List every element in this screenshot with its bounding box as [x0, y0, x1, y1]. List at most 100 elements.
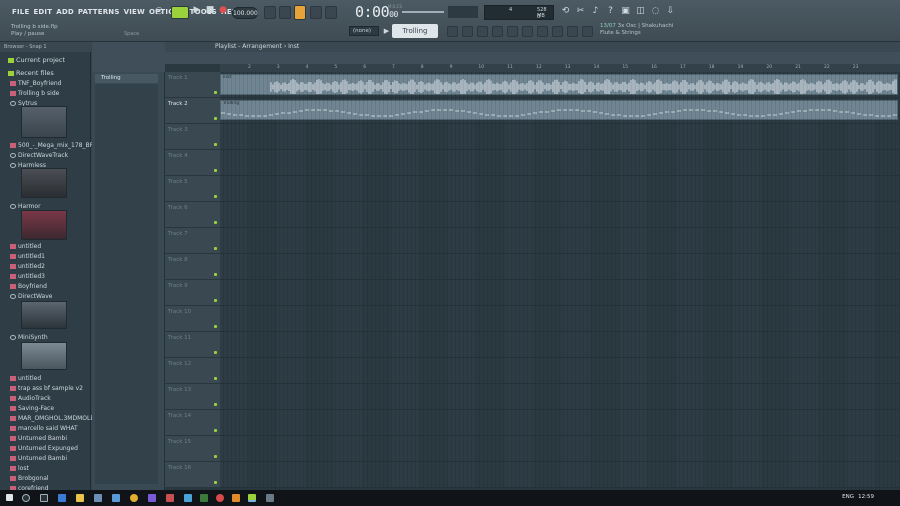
track-header[interactable]: Track 15: [165, 436, 220, 462]
browser-item[interactable]: Saving-Face: [10, 405, 54, 412]
pattern-selector[interactable]: (none): [349, 26, 379, 36]
download-icon[interactable]: ▣: [620, 7, 631, 16]
browser-item[interactable]: untitled1: [10, 253, 45, 260]
help-icon[interactable]: ?: [605, 7, 616, 16]
menu-patterns[interactable]: PATTERNS: [78, 8, 120, 16]
browser-item[interactable]: trap ass bf sample v2: [10, 385, 83, 392]
browser-item[interactable]: Trolling b side: [10, 90, 59, 97]
menu-add[interactable]: ADD: [56, 8, 74, 16]
app-icon[interactable]: [200, 494, 208, 502]
app-icon[interactable]: [166, 494, 174, 502]
stop-button[interactable]: ■: [205, 6, 215, 15]
track-mute-led[interactable]: [214, 273, 217, 276]
track-mute-led[interactable]: [214, 247, 217, 250]
track-lane[interactable]: [220, 202, 900, 228]
track-lane[interactable]: [220, 332, 900, 358]
playlist-icon[interactable]: [447, 26, 458, 37]
app-icon[interactable]: [232, 494, 240, 502]
track-header[interactable]: Track 9: [165, 280, 220, 306]
master-pitch-knob[interactable]: [448, 6, 478, 18]
mixer-icon[interactable]: [492, 26, 503, 37]
track-mute-led[interactable]: [214, 299, 217, 302]
track-header[interactable]: Track 14: [165, 410, 220, 436]
track-header[interactable]: Track 7: [165, 228, 220, 254]
metronome-icon[interactable]: ◎: [153, 7, 165, 16]
track-mute-led[interactable]: [214, 455, 217, 458]
piano-roll-icon[interactable]: [462, 26, 473, 37]
browser-item[interactable]: Unturned Expunged: [10, 445, 78, 452]
snap-icon[interactable]: [264, 6, 276, 19]
pattern-clip[interactable]: Trolling: [220, 100, 898, 120]
browser-item[interactable]: untitled: [10, 375, 41, 382]
track-lane[interactable]: [220, 410, 900, 436]
track-lane[interactable]: [220, 306, 900, 332]
record-button[interactable]: ●: [218, 6, 228, 15]
track-header[interactable]: Track 11: [165, 332, 220, 358]
track-header[interactable]: Track 4: [165, 150, 220, 176]
menu-file[interactable]: FILE: [12, 8, 29, 16]
track-header[interactable]: Track 2: [165, 98, 220, 124]
save-icon[interactable]: ⇩: [665, 7, 676, 16]
track-lane[interactable]: [220, 254, 900, 280]
browser-item[interactable]: Boyfriend: [10, 283, 47, 290]
browser-item[interactable]: MAR_OMGHOL.3MDMOLDY: [10, 415, 98, 422]
browser-item[interactable]: lost: [10, 465, 29, 472]
track-header[interactable]: Track 5: [165, 176, 220, 202]
track-mute-led[interactable]: [214, 481, 217, 484]
track-mute-led[interactable]: [214, 221, 217, 224]
explorer-icon[interactable]: [76, 494, 84, 502]
plugin-icon[interactable]: [522, 26, 533, 37]
track-lane[interactable]: [220, 176, 900, 202]
timeline-ruler[interactable]: 2 3 4 5 6 7 8 9 10 11 12 13 14 15 16 17 18 19 20 21 22 23: [220, 64, 900, 72]
track-mute-led[interactable]: [214, 169, 217, 172]
touch-controller-icon[interactable]: [552, 26, 563, 37]
track-mute-led[interactable]: [214, 377, 217, 380]
track-lane[interactable]: [220, 462, 900, 488]
menu-edit[interactable]: EDIT: [33, 8, 52, 16]
track-mute-led[interactable]: [214, 91, 217, 94]
fl-studio-taskbar-icon[interactable]: [248, 494, 256, 502]
microphone-icon[interactable]: ♪: [590, 7, 601, 16]
track-header[interactable]: Track 12: [165, 358, 220, 384]
track-header[interactable]: Track 3: [165, 124, 220, 150]
undo-icon[interactable]: ⟲: [560, 7, 571, 16]
tempo-tapper-icon[interactable]: [537, 26, 548, 37]
track-mute-led[interactable]: [214, 325, 217, 328]
macros-icon[interactable]: [582, 26, 593, 37]
track-lane[interactable]: [220, 384, 900, 410]
track-lane[interactable]: [220, 436, 900, 462]
track-mute-led[interactable]: [214, 351, 217, 354]
browser-item[interactable]: 500_-_Mega_mix_178_BPM: [10, 142, 98, 149]
browser-item[interactable]: Brobgonal: [10, 475, 49, 482]
pattern-name[interactable]: Trolling: [392, 24, 438, 38]
edge-icon[interactable]: [58, 494, 66, 502]
tempo-display[interactable]: 100.000: [232, 7, 258, 19]
discord-icon[interactable]: [148, 494, 156, 502]
browser-item[interactable]: Harmor: [10, 203, 41, 210]
app-icon[interactable]: [266, 494, 274, 502]
track-mute-led[interactable]: [214, 143, 217, 146]
master-volume-slider[interactable]: [402, 11, 444, 13]
plugin-picker-icon[interactable]: ◫: [635, 7, 646, 16]
chrome-icon[interactable]: [130, 494, 138, 502]
cut-icon[interactable]: ✂: [575, 7, 586, 16]
channel-item[interactable]: Trolling: [95, 74, 158, 83]
browser-item[interactable]: Unturned Bambi: [10, 435, 67, 442]
browser-item[interactable]: Recent files: [8, 69, 54, 77]
track-mute-led[interactable]: [214, 195, 217, 198]
step-edit-button[interactable]: [294, 5, 306, 20]
task-view-icon[interactable]: [40, 494, 48, 502]
chat-icon[interactable]: ◌: [650, 7, 661, 16]
mail-icon[interactable]: [112, 494, 120, 502]
track-mute-led[interactable]: [214, 117, 217, 120]
browser-item[interactable]: marcello said WHAT: [10, 425, 78, 432]
store-icon[interactable]: [94, 494, 102, 502]
track-mute-led[interactable]: [214, 403, 217, 406]
browser-icon[interactable]: [507, 26, 518, 37]
browser-item[interactable]: TNF_Boyfriend: [10, 80, 62, 87]
audio-clip[interactable]: inst: [220, 74, 898, 95]
track-lane[interactable]: [220, 228, 900, 254]
browser-item[interactable]: Current project: [8, 56, 65, 64]
app-icon[interactable]: [184, 494, 192, 502]
track-header[interactable]: Track 6: [165, 202, 220, 228]
